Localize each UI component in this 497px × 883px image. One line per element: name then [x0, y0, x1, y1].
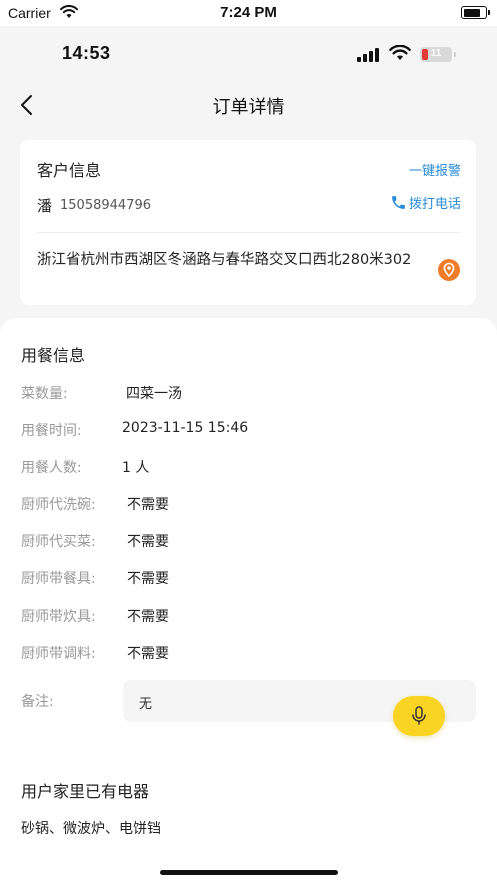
battery-icon — [461, 6, 490, 19]
remark-value: 无 — [139, 697, 153, 712]
card-divider — [37, 232, 461, 233]
bring-cookware-label: 厨师带炊具: — [21, 609, 96, 625]
app-screen: 14:53 11 订单详情 客户信息 一键报警 潘 15058944796 拨打… — [0, 26, 497, 883]
diner-count-label: 用餐人数: — [21, 460, 82, 476]
inner-clock: 14:53 — [62, 43, 111, 63]
customer-info-title: 客户信息 — [37, 161, 102, 180]
dish-count-value: 四菜一汤 — [126, 386, 182, 402]
diner-count-value: 1 人 — [122, 460, 150, 476]
battery-icon: 11 — [420, 47, 452, 62]
voice-input-button[interactable] — [393, 696, 445, 736]
bring-seasoning-label: 厨师带调料: — [21, 646, 96, 662]
bring-cookware-value: 不需要 — [127, 609, 169, 625]
device-status-bar: Carrier 7:24 PM — [0, 0, 497, 26]
appliances-title: 用户家里已有电器 — [21, 782, 150, 801]
battery-cap — [454, 52, 456, 57]
emergency-alarm-button[interactable]: 一键报警 — [409, 160, 461, 179]
meal-time-label: 用餐时间: — [21, 423, 82, 439]
wash-dishes-label: 厨师代洗碗: — [21, 497, 96, 513]
call-button-label: 拨打电话 — [408, 197, 461, 212]
wifi-icon — [389, 45, 411, 60]
order-detail-sheet: 用餐信息 菜数量: 四菜一汤 用餐时间: 2023-11-15 15:46 用餐… — [0, 318, 497, 883]
call-button[interactable]: 拨打电话 — [390, 193, 461, 212]
bring-tableware-label: 厨师带餐具: — [21, 571, 96, 587]
wash-dishes-value: 不需要 — [127, 497, 169, 513]
meal-time-value: 2023-11-15 15:46 — [122, 420, 249, 436]
cellular-signal-icon — [357, 48, 379, 62]
location-button[interactable] — [438, 259, 460, 281]
customer-address: 浙江省杭州市西湖区冬涵路与春华路交叉口西北280米302 — [37, 252, 412, 268]
meal-info-title: 用餐信息 — [21, 346, 86, 365]
home-indicator[interactable] — [160, 870, 338, 875]
location-pin-icon — [443, 262, 455, 278]
buy-groceries-label: 厨师代买菜: — [21, 534, 96, 550]
dish-count-label: 菜数量: — [21, 386, 68, 402]
inner-status-bar: 14:53 11 — [0, 26, 497, 80]
microphone-icon — [412, 706, 426, 725]
customer-phone: 15058944796 — [60, 198, 151, 213]
customer-info-card: 客户信息 一键报警 潘 15058944796 拨打电话 浙江省杭州市西湖区冬涵… — [20, 140, 476, 305]
battery-level: 11 — [430, 48, 442, 59]
device-clock: 7:24 PM — [220, 4, 277, 21]
buy-groceries-value: 不需要 — [127, 534, 169, 550]
phone-icon — [392, 196, 405, 209]
customer-name: 潘 — [37, 197, 53, 215]
appliances-list: 砂锅、微波炉、电饼铛 — [21, 821, 161, 837]
page-title: 订单详情 — [212, 97, 285, 118]
remark-label: 备注: — [21, 694, 54, 710]
navigation-bar: 订单详情 — [0, 80, 497, 130]
bring-tableware-value: 不需要 — [127, 571, 169, 587]
bring-seasoning-value: 不需要 — [127, 646, 169, 662]
